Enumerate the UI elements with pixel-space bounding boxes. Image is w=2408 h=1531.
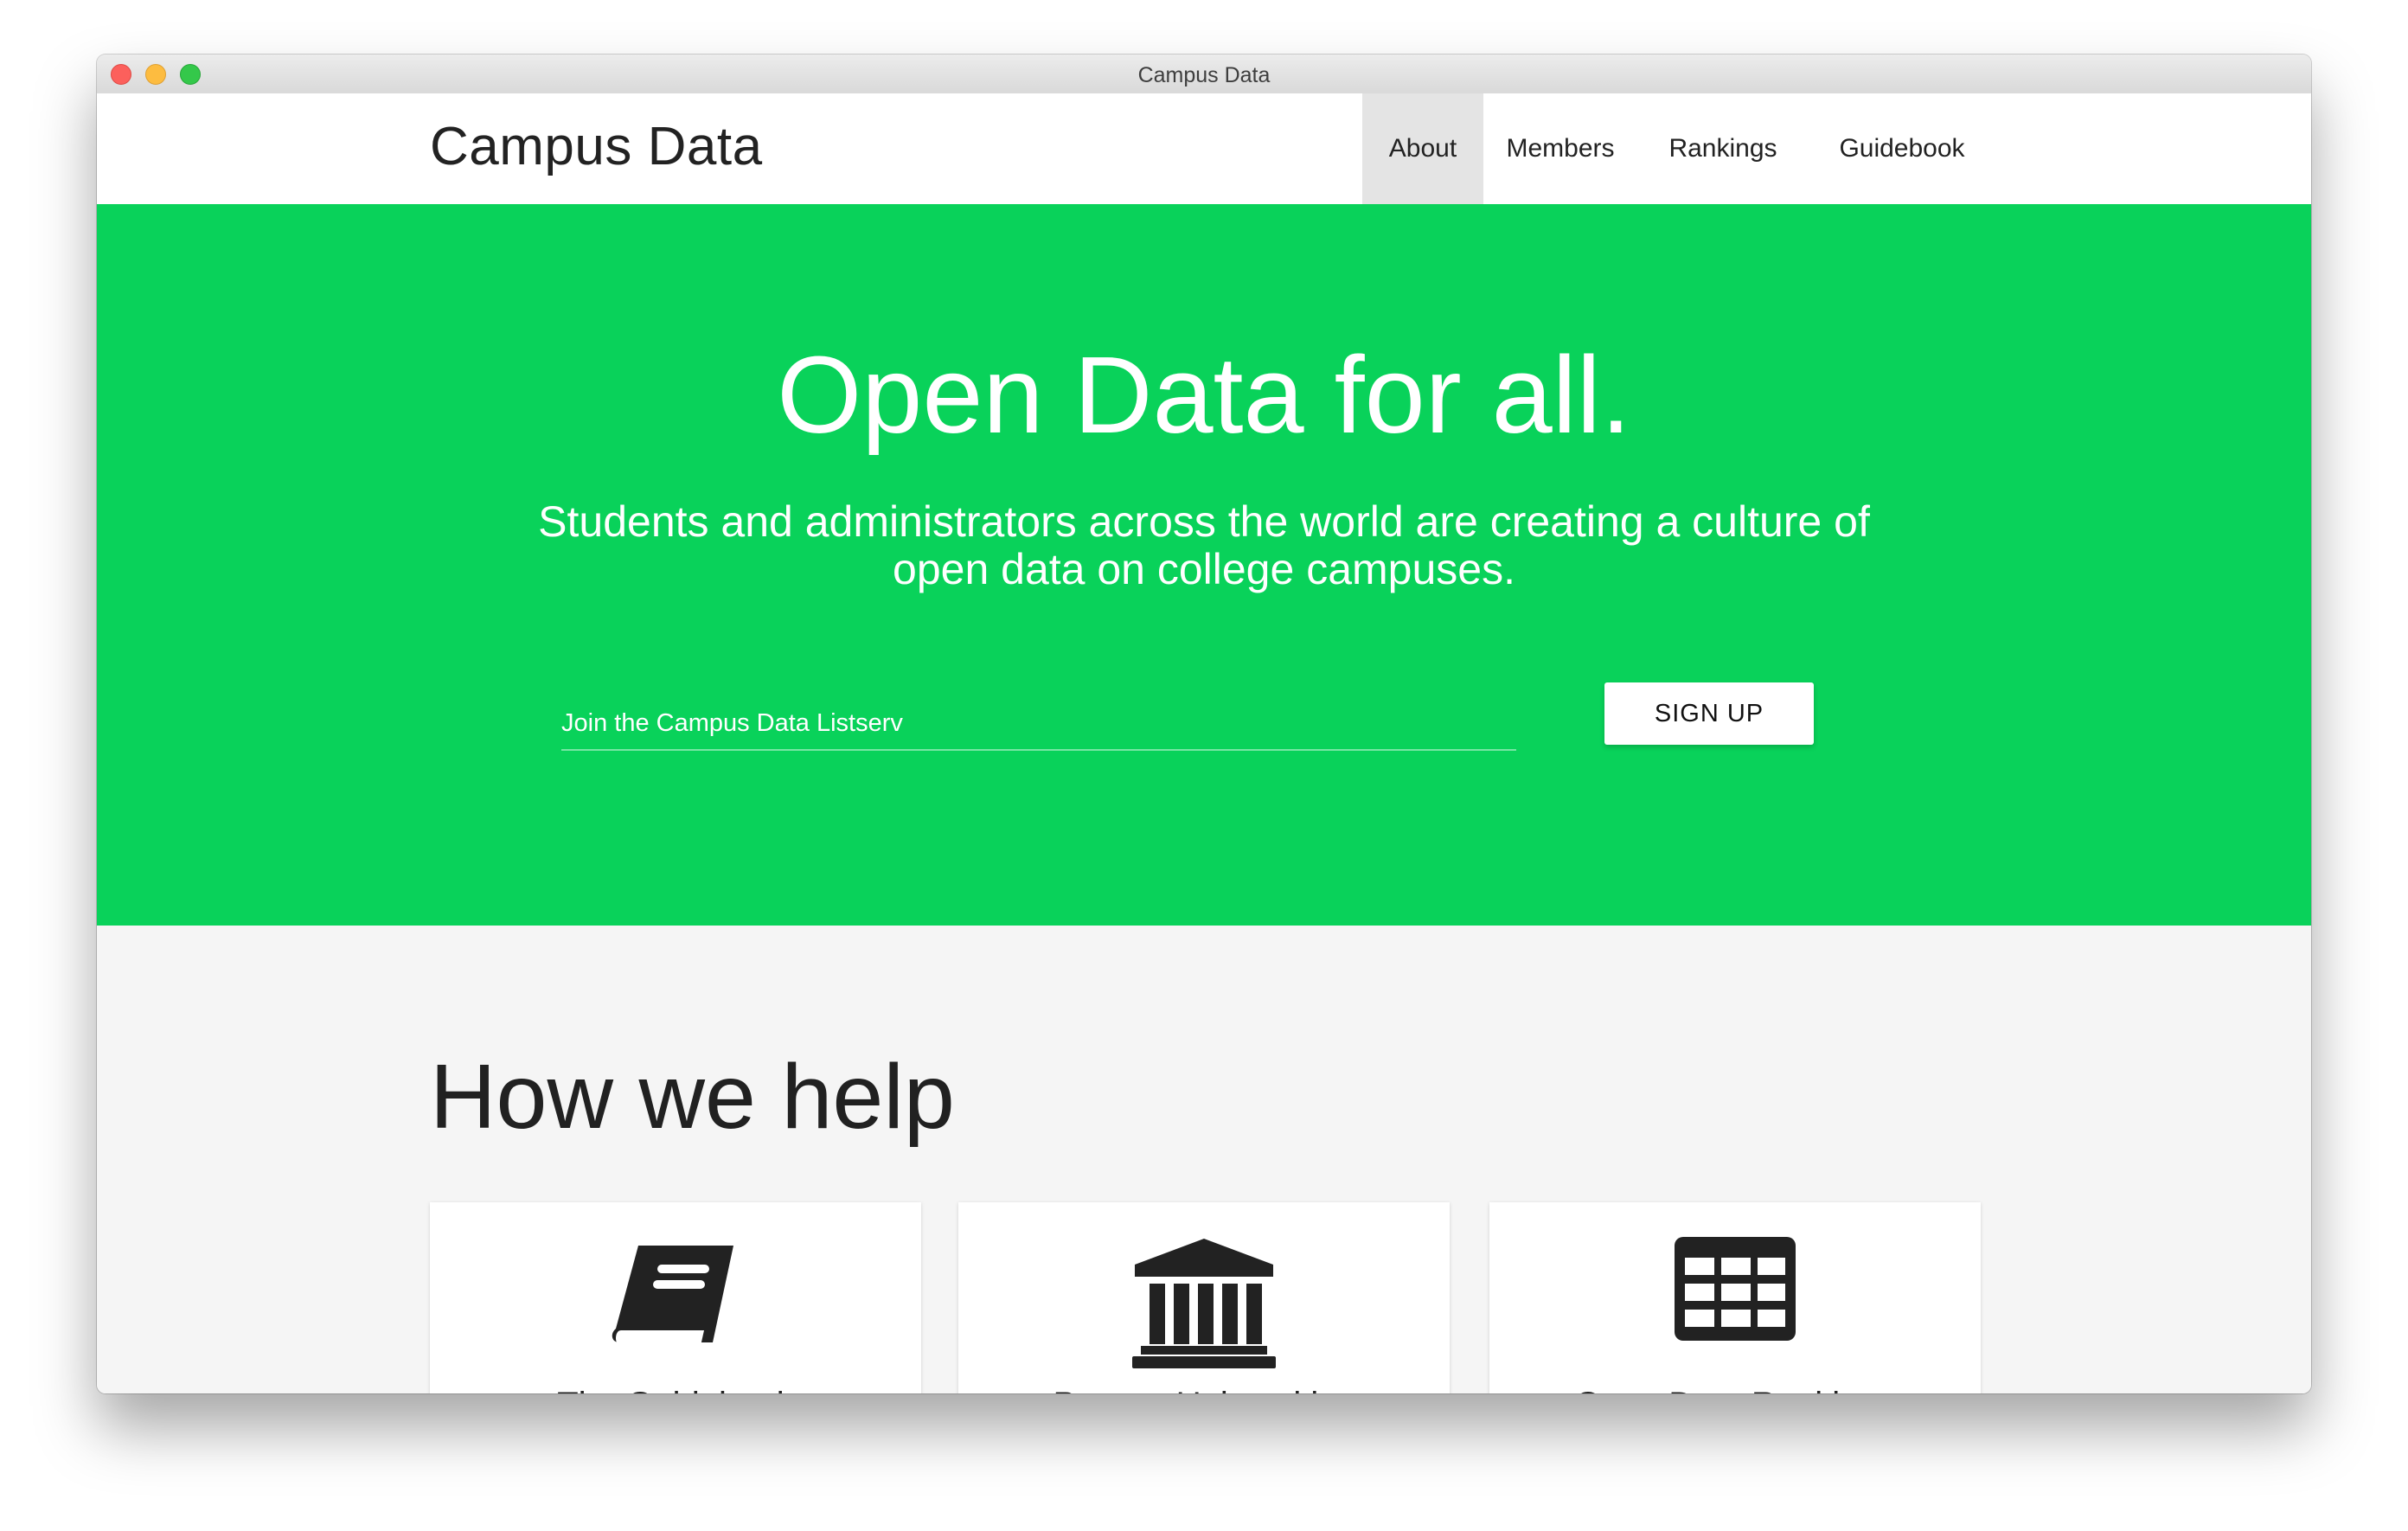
listserv-email-input[interactable] [561,697,1516,751]
hero-subtitle: Students and administrators across the w… [538,497,1870,593]
hero-section: Open Data for all. Students and administ… [97,204,2311,926]
card-title: The Guidebook [430,1386,921,1393]
nav-item-members[interactable]: Members [1498,93,1623,204]
window-titlebar: Campus Data [97,54,2311,94]
book-icon [612,1246,733,1346]
card-title: Partner Universities [958,1386,1450,1393]
card-title: Open Data Rankings [1489,1386,1981,1393]
how-we-help-section: How we help The Guidebook [97,926,2311,1393]
brand-logo-link[interactable]: Campus Data [430,116,763,177]
signup-button[interactable]: SIGN UP [1604,682,1814,745]
card-partner-universities[interactable]: Partner Universities [958,1202,1450,1393]
browser-window: Campus Data Campus Data About Members Ra… [97,54,2311,1393]
nav-item-about[interactable]: About [1362,93,1483,204]
university-icon [1132,1239,1276,1368]
table-icon [1675,1237,1796,1341]
top-navbar: Campus Data About Members Rankings Guide… [97,93,2311,204]
nav-item-guidebook[interactable]: Guidebook [1820,93,1984,204]
nav-item-rankings[interactable]: Rankings [1654,93,1792,204]
hero-title: Open Data for all. [777,334,1631,456]
window-title: Campus Data [1137,63,1271,87]
card-open-data-rankings[interactable]: Open Data Rankings [1489,1202,1981,1393]
card-guidebook[interactable]: The Guidebook [430,1202,921,1393]
section-heading: How we help [430,1046,955,1148]
